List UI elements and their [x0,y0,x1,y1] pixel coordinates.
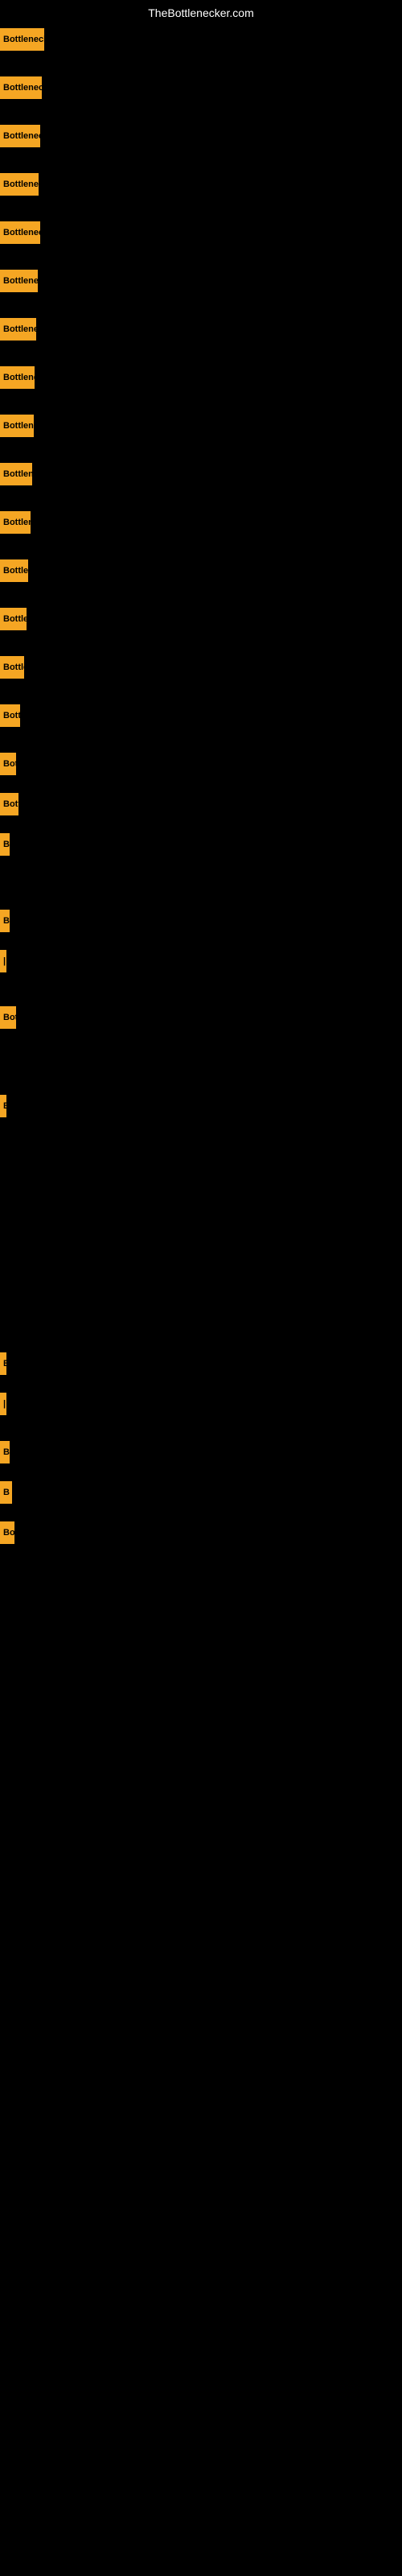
bottleneck-label-25: B [3,1447,10,1457]
bottleneck-label-8: Bottleneck result [3,373,35,382]
bottleneck-bar-7: Bottleneck result [0,318,36,341]
bottleneck-label-20: | [3,956,6,966]
bottleneck-bar-10: Bottleneck result [0,463,32,485]
bottleneck-label-23: B [3,1359,6,1368]
bottleneck-bar-22: B [0,1095,6,1117]
bottleneck-label-14: Bottleneck r [3,663,24,672]
bottleneck-label-11: Bottleneck res [3,518,31,527]
bottleneck-label-1: Bottleneck result [3,35,44,44]
bottleneck-label-24: | [3,1399,6,1409]
bottleneck-label-18: B [3,840,10,849]
bottleneck-bar-4: Bottleneck result [0,173,39,196]
bottleneck-label-22: B [3,1101,6,1111]
bottleneck-bar-18: B [0,833,10,856]
bottleneck-bar-25: B [0,1441,10,1463]
bottleneck-label-6: Bottleneck result [3,276,38,286]
bottleneck-bar-21: Bott [0,1006,16,1029]
bottleneck-label-12: Bottleneck re [3,566,28,576]
bottleneck-label-4: Bottleneck result [3,180,39,189]
bottleneck-bar-13: Bottleneck re [0,608,27,630]
bottleneck-label-21: Bott [3,1013,16,1022]
bottleneck-label-19: B [3,916,10,926]
bottleneck-bar-12: Bottleneck re [0,559,28,582]
bottleneck-bar-1: Bottleneck result [0,28,44,51]
bottleneck-label-5: Bottleneck result [3,228,40,237]
bottleneck-label-15: Bottlenec [3,711,20,720]
bottleneck-label-13: Bottleneck re [3,614,27,624]
bottleneck-label-3: Bottleneck result [3,131,40,141]
bottleneck-bar-15: Bottlenec [0,704,20,727]
bottleneck-bar-17: Bottlen [0,793,18,815]
bottleneck-label-7: Bottleneck result [3,324,36,334]
site-title: TheBottlenecker.com [148,6,254,19]
bottleneck-bar-26: B [0,1481,12,1504]
bottleneck-bar-24: | [0,1393,6,1415]
bottleneck-bar-8: Bottleneck result [0,366,35,389]
bottleneck-bar-20: | [0,950,6,972]
bottleneck-bar-14: Bottleneck r [0,656,24,679]
bottleneck-bar-5: Bottleneck result [0,221,40,244]
bottleneck-bar-23: B [0,1352,6,1375]
bottleneck-bar-16: Bot [0,753,16,775]
bottleneck-bar-3: Bottleneck result [0,125,40,147]
bottleneck-label-9: Bottleneck result [3,421,34,431]
bottleneck-label-17: Bottlen [3,799,18,809]
bottleneck-bar-2: Bottleneck result [0,76,42,99]
bottleneck-bar-6: Bottleneck result [0,270,38,292]
bottleneck-label-27: Bo [3,1528,14,1538]
bottleneck-label-16: Bot [3,759,16,769]
bottleneck-label-10: Bottleneck result [3,469,32,479]
bottleneck-bar-27: Bo [0,1521,14,1544]
bottleneck-label-26: B [3,1488,10,1497]
bottleneck-bar-9: Bottleneck result [0,415,34,437]
bottleneck-label-2: Bottleneck result [3,83,42,93]
bottleneck-bar-11: Bottleneck res [0,511,31,534]
bottleneck-bar-19: B [0,910,10,932]
